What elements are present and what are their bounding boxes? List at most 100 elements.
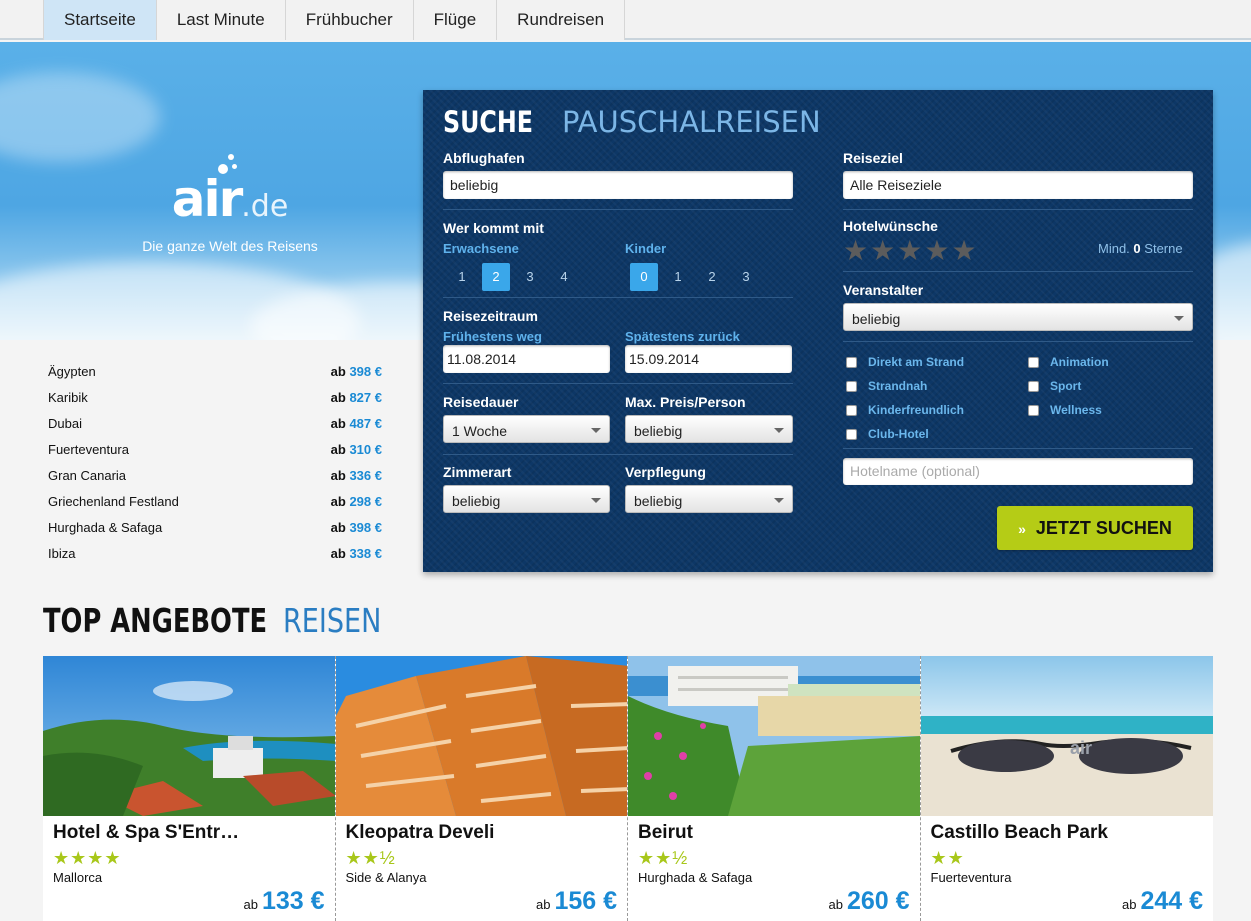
destination-row[interactable]: Dubai ab 487 € — [48, 414, 382, 440]
checkbox-strandnah[interactable]: Strandnah — [846, 379, 927, 393]
offer-price: ab 244 € — [1121, 887, 1203, 915]
offer-card[interactable]: Kleopatra Develi ★★½ Side & Alanya ab 156… — [335, 656, 628, 921]
star-icon[interactable]: ★ — [924, 237, 949, 265]
offer-price: ab 260 € — [828, 887, 910, 915]
star-icon[interactable]: ★ — [951, 237, 976, 265]
offer-name[interactable]: Kleopatra Develi — [346, 822, 618, 844]
destination-row[interactable]: Griechenland Festland ab 298 € — [48, 492, 382, 518]
offer-photo-mallorca[interactable] — [43, 656, 335, 816]
chevron-down-icon — [774, 428, 784, 433]
duration-select[interactable]: 1 Woche — [443, 415, 610, 443]
children-option-3[interactable]: 3 — [732, 263, 760, 291]
destination-row[interactable]: Gran Canaria ab 336 € — [48, 466, 382, 492]
destination-row[interactable]: Ägypten ab 398 € — [48, 362, 382, 388]
destination-price[interactable]: ab 398 € — [331, 518, 382, 544]
top-nav: Startseite Last Minute Frühbucher Flüge … — [0, 0, 1251, 40]
adults-option-4[interactable]: 4 — [550, 263, 578, 291]
destination-price[interactable]: ab 298 € — [331, 492, 382, 518]
destination-input[interactable]: Alle Reiseziele — [843, 171, 1193, 199]
destination-price[interactable]: ab 310 € — [331, 440, 382, 466]
destination-label: Reiseziel — [843, 150, 903, 166]
checkbox-club-hotel[interactable]: Club-Hotel — [846, 427, 929, 441]
destination-price[interactable]: ab 338 € — [331, 544, 382, 570]
children-label: Kinder — [625, 241, 667, 256]
destination-name[interactable]: Ibiza — [48, 544, 75, 570]
search-submit-button[interactable]: » JETZT SUCHEN — [997, 506, 1193, 550]
destination-row[interactable]: Fuerteventura ab 310 € — [48, 440, 382, 466]
room-select[interactable]: beliebig — [443, 485, 610, 513]
destination-price[interactable]: ab 487 € — [331, 414, 382, 440]
offer-price: ab 133 € — [243, 887, 325, 915]
latest-date-input[interactable]: 15.09.2014 — [625, 345, 792, 373]
board-select[interactable]: beliebig — [625, 485, 793, 513]
destination-price[interactable]: ab 336 € — [331, 466, 382, 492]
children-option-2[interactable]: 2 — [698, 263, 726, 291]
offer-name[interactable]: Beirut — [638, 822, 910, 844]
destination-row[interactable]: Hurghada & Safaga ab 398 € — [48, 518, 382, 544]
destination-price[interactable]: ab 398 € — [331, 362, 382, 388]
search-title: SUCHE PAUSCHALREISEN — [443, 105, 821, 139]
star-icon[interactable]: ★ — [897, 237, 922, 265]
search-panel: SUCHE PAUSCHALREISEN Abflughafen beliebi… — [423, 90, 1213, 572]
offer-stars: ★★½ — [345, 848, 396, 868]
destination-name[interactable]: Karibik — [48, 388, 88, 414]
destination-name[interactable]: Fuerteventura — [48, 440, 129, 466]
destination-price[interactable]: ab 827 € — [331, 388, 382, 414]
children-option-0[interactable]: 0 — [630, 263, 658, 291]
tab-fluege[interactable]: Flüge — [412, 0, 497, 40]
offer-card[interactable]: Beirut ★★½ Hurghada & Safaga ab 260 € — [628, 656, 921, 921]
logo-tagline: Die ganze Welt des Reisens — [142, 238, 318, 254]
hotel-wishes-label: Hotelwünsche — [843, 218, 938, 234]
hotel-star-rating[interactable]: ★ ★ ★ ★ ★ — [843, 237, 979, 265]
offer-price: ab 156 € — [535, 887, 617, 915]
checkbox-direkt-am-strand[interactable]: Direkt am Strand — [846, 355, 964, 369]
offers-heading: TOP ANGEBOTE REISEN — [43, 601, 382, 640]
chevron-down-icon — [591, 428, 601, 433]
board-label: Verpflegung — [625, 464, 706, 480]
room-label: Zimmerart — [443, 464, 512, 480]
offer-photo-hurghada[interactable] — [628, 656, 920, 816]
maxprice-label: Max. Preis/Person — [625, 394, 746, 410]
maxprice-select[interactable]: beliebig — [625, 415, 793, 443]
adults-option-2[interactable]: 2 — [482, 263, 510, 291]
earliest-label: Frühestens weg — [443, 329, 542, 344]
destination-name[interactable]: Griechenland Festland — [48, 492, 179, 518]
logo-suffix: .de — [241, 189, 289, 224]
who-label: Wer kommt mit — [443, 220, 544, 236]
logo[interactable]: air.de Die ganze Welt des Reisens — [140, 152, 320, 262]
offer-photo-fuerteventura[interactable]: air — [920, 656, 1213, 816]
operator-select[interactable]: beliebig — [843, 303, 1193, 331]
destination-row[interactable]: Ibiza ab 338 € — [48, 544, 382, 570]
destination-row[interactable]: Karibik ab 827 € — [48, 388, 382, 414]
star-icon[interactable]: ★ — [870, 237, 895, 265]
airport-input[interactable]: beliebig — [443, 171, 793, 199]
checkbox-wellness[interactable]: Wellness — [1028, 403, 1102, 417]
hotelname-input[interactable]: Hotelname (optional) — [843, 458, 1193, 485]
offer-name[interactable]: Castillo Beach Park — [931, 822, 1204, 844]
checkbox-sport[interactable]: Sport — [1028, 379, 1081, 393]
offer-photo-side[interactable] — [335, 656, 627, 816]
chevron-down-icon — [591, 498, 601, 503]
offer-card[interactable]: air Castillo Beach Park ★★ Fuerteventura… — [920, 656, 1213, 921]
children-option-1[interactable]: 1 — [664, 263, 692, 291]
star-icon[interactable]: ★ — [843, 237, 868, 265]
offer-name[interactable]: Hotel & Spa S'Entr… — [53, 822, 325, 844]
tab-fruehbucher[interactable]: Frühbucher — [284, 0, 413, 40]
offer-card[interactable]: Hotel & Spa S'Entr… ★★★★ Mallorca ab 133 … — [43, 656, 336, 921]
tab-startseite[interactable]: Startseite — [43, 0, 156, 40]
latest-label: Spätestens zurück — [625, 329, 740, 344]
earliest-date-input[interactable]: 11.08.2014 — [443, 345, 610, 373]
checkbox-kinderfreundlich[interactable]: Kinderfreundlich — [846, 403, 964, 417]
destination-name[interactable]: Gran Canaria — [48, 466, 126, 492]
destination-name[interactable]: Ägypten — [48, 362, 96, 388]
offer-location: Mallorca — [53, 870, 103, 885]
adults-option-3[interactable]: 3 — [516, 263, 544, 291]
adults-option-1[interactable]: 1 — [448, 263, 476, 291]
destination-name[interactable]: Dubai — [48, 414, 82, 440]
offer-location: Fuerteventura — [930, 870, 1012, 885]
destination-name[interactable]: Hurghada & Safaga — [48, 518, 162, 544]
checkbox-animation[interactable]: Animation — [1028, 355, 1109, 369]
tab-last-minute[interactable]: Last Minute — [155, 0, 285, 40]
tab-rundreisen[interactable]: Rundreisen — [496, 0, 626, 40]
min-stars-text: Mind. 0 Sterne — [1098, 241, 1183, 256]
